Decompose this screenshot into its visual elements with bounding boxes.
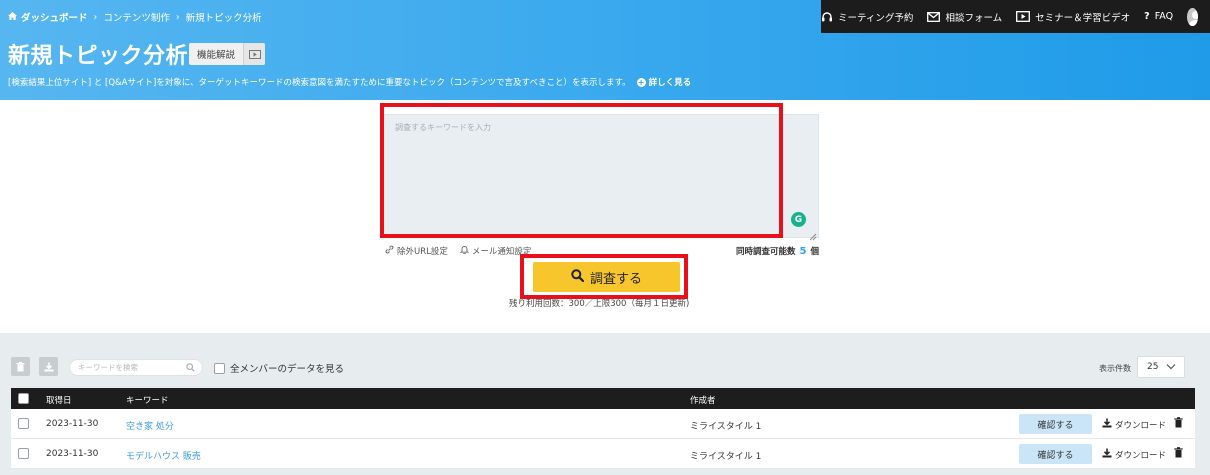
resize-handle-icon[interactable]: [808, 226, 817, 241]
per-page-value: 25: [1147, 362, 1159, 372]
mail-notify-label: メール通知設定: [471, 247, 532, 257]
breadcrumb-dashboard[interactable]: ダッシュボード: [21, 10, 88, 24]
chevron-down-icon: [1166, 363, 1176, 373]
plus-circle-icon: +: [636, 77, 646, 87]
breadcrumb-separator-icon: ›: [93, 11, 98, 23]
meeting-link[interactable]: ミーティング予約: [821, 10, 913, 24]
breadcrumb: ダッシュボード › コンテンツ制作 › 新規トピック分析: [8, 10, 262, 24]
page-title: 新規トピック分析: [8, 44, 189, 69]
results-table: 取得日 キーワード 作成者 2023-11-30 空き家 処分 ミライスタイル …: [11, 388, 1195, 469]
row-keyword-link[interactable]: 空き家 処分: [126, 419, 174, 432]
top-nav-bar: ミーティング予約 相談フォーム セミナー＆学習ビデオ ? FAQ: [821, 0, 1210, 33]
learn-more-link[interactable]: + 詳しく見る: [636, 76, 692, 88]
download-icon: [1102, 418, 1112, 431]
capacity-label: 同時調査可能数: [736, 247, 796, 257]
link-icon: [385, 245, 394, 257]
feature-explanation-button[interactable]: 機能解説: [189, 43, 266, 65]
mail-notify-link[interactable]: メール通知設定: [459, 245, 532, 257]
row-author: ミライスタイル 1: [690, 452, 762, 462]
download-icon: [1102, 448, 1112, 461]
keyword-textarea[interactable]: 調査するキーワードを入力: [383, 114, 819, 238]
download-selected-button[interactable]: [39, 357, 58, 376]
home-icon[interactable]: [8, 11, 17, 23]
consult-link[interactable]: 相談フォーム: [927, 10, 1002, 24]
remaining-usage: 残り利用回数：300／上限300（毎月１日更新): [509, 299, 690, 309]
column-keyword[interactable]: キーワード: [126, 394, 169, 406]
question-icon: ?: [1144, 11, 1150, 22]
search-submit-button[interactable]: 調査する: [533, 262, 680, 292]
row-checkbox[interactable]: [18, 448, 29, 459]
per-page-select[interactable]: 25: [1137, 356, 1185, 378]
table-row: 2023-11-30 空き家 処分 ミライスタイル 1 確認する ダウンロード: [11, 409, 1195, 439]
row-date: 2023-11-30: [46, 449, 99, 459]
download-link[interactable]: ダウンロード: [1102, 418, 1166, 431]
video-icon: [1016, 11, 1031, 22]
trash-icon: [16, 357, 25, 376]
breadcrumb-content-creation[interactable]: コンテンツ制作: [103, 10, 170, 24]
grammarly-icon[interactable]: G: [791, 212, 806, 227]
per-page-label: 表示件数: [1099, 364, 1131, 373]
faq-label: FAQ: [1154, 11, 1174, 22]
page-description: [検索結果上位サイト] と [Q&Aサイト]を対象に、ターゲットキーワードの検索…: [8, 76, 691, 88]
all-members-toggle[interactable]: 全メンバーのデータを見る: [214, 361, 344, 375]
row-author: ミライスタイル 1: [690, 422, 762, 432]
user-avatar[interactable]: [1187, 7, 1198, 26]
keyword-search-placeholder: キーワードを検索: [78, 363, 138, 372]
column-author[interactable]: 作成者: [690, 394, 716, 406]
seminar-link[interactable]: セミナー＆学習ビデオ: [1016, 10, 1130, 24]
breadcrumb-current: 新規トピック分析: [185, 13, 262, 24]
all-members-checkbox[interactable]: [214, 362, 225, 374]
trash-icon[interactable]: [1174, 417, 1183, 431]
download-link[interactable]: ダウンロード: [1102, 448, 1166, 461]
row-checkbox[interactable]: [18, 418, 29, 429]
all-members-label: 全メンバーのデータを見る: [230, 364, 345, 375]
learn-more-label: 詳しく見る: [648, 78, 692, 88]
delete-selected-button[interactable]: [11, 357, 30, 376]
trash-icon[interactable]: [1174, 447, 1183, 461]
keyword-search-input[interactable]: キーワードを検索: [69, 359, 203, 376]
search-options: 除外URL設定 メール通知設定: [385, 245, 531, 257]
envelope-icon: [927, 11, 941, 22]
consult-label: 相談フォーム: [945, 12, 1003, 24]
download-label: ダウンロード: [1115, 420, 1167, 431]
search-submit-label: 調査する: [589, 271, 642, 287]
headset-icon: [821, 11, 833, 23]
description-text: [検索結果上位サイト] と [Q&Aサイト]を対象に、ターゲットキーワードの検索…: [8, 78, 631, 88]
seminar-label: セミナー＆学習ビデオ: [1035, 12, 1131, 24]
row-date: 2023-11-30: [46, 419, 99, 429]
table-row: 2023-11-30 モデルハウス 販売 ミライスタイル 1 確認する ダウンロ…: [11, 439, 1195, 469]
search-icon: [186, 363, 195, 374]
table-header: 取得日 キーワード 作成者: [11, 388, 1195, 409]
play-icon: [243, 43, 266, 65]
bell-icon: [459, 245, 470, 257]
faq-link[interactable]: ? FAQ: [1144, 11, 1173, 22]
capacity-unit: 個: [810, 247, 819, 257]
keyword-textarea-placeholder: 調査するキーワードを入力: [395, 123, 491, 132]
concurrent-capacity: 同時調査可能数 5 個: [736, 245, 819, 258]
confirm-button[interactable]: 確認する: [1019, 414, 1092, 434]
capacity-value: 5: [799, 245, 807, 257]
exclude-url-label: 除外URL設定: [397, 247, 448, 257]
confirm-button[interactable]: 確認する: [1019, 444, 1092, 464]
feature-explanation-label: 機能解説: [197, 50, 236, 61]
select-all-checkbox[interactable]: [18, 393, 29, 404]
column-date[interactable]: 取得日: [46, 394, 72, 406]
download-icon: [44, 357, 54, 376]
exclude-url-link[interactable]: 除外URL設定: [385, 245, 448, 257]
breadcrumb-separator-icon: ›: [175, 11, 180, 23]
download-label: ダウンロード: [1115, 450, 1167, 461]
row-keyword-link[interactable]: モデルハウス 販売: [126, 449, 201, 462]
search-icon: [571, 268, 585, 286]
meeting-label: ミーティング予約: [838, 12, 914, 24]
